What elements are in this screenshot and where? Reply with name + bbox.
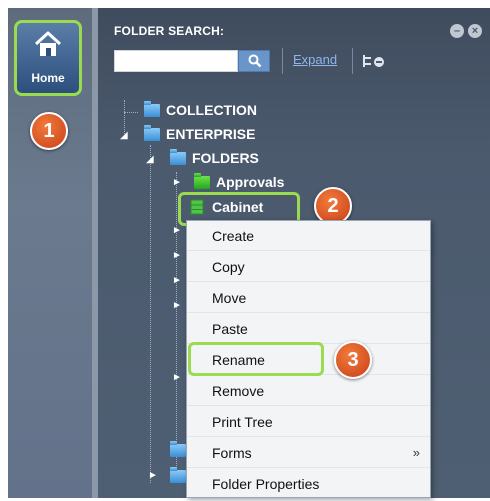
- menu-item-remove[interactable]: Remove: [187, 376, 430, 406]
- menu-item-folder-properties[interactable]: Folder Properties: [187, 469, 430, 499]
- expanded-arrow-icon[interactable]: ◢: [146, 154, 154, 165]
- panel-splitter[interactable]: [92, 8, 98, 498]
- tree-node-label: Approvals: [216, 174, 285, 190]
- home-button[interactable]: Home: [14, 20, 82, 96]
- collapsed-arrow-icon[interactable]: ►: [172, 300, 182, 311]
- tree-connector: [176, 172, 177, 472]
- folder-search-label: FOLDER SEARCH:: [114, 24, 225, 38]
- step-badge-1: 1: [30, 112, 68, 150]
- close-icon[interactable]: ×: [468, 24, 482, 38]
- rename-highlight: [188, 342, 324, 376]
- tree-node-label: COLLECTION: [166, 102, 257, 118]
- menu-item-label: Forms: [212, 444, 252, 461]
- menu-item-copy[interactable]: Copy: [187, 252, 430, 282]
- tree-connector: [124, 112, 138, 113]
- tree-node-label: Cabinet: [212, 199, 264, 215]
- expanded-arrow-icon[interactable]: ◢: [120, 130, 128, 141]
- tree-node-label: ENTERPRISE: [166, 126, 256, 142]
- folder-icon: [194, 172, 210, 189]
- collapsed-arrow-icon[interactable]: ►: [172, 250, 182, 261]
- collapsed-arrow-icon[interactable]: ►: [172, 225, 182, 236]
- home-icon: [34, 31, 62, 56]
- cabinet-icon: [190, 199, 204, 215]
- folder-icon: [170, 148, 186, 165]
- tree-node-approvals[interactable]: Approvals: [194, 172, 285, 190]
- tree-node-folders[interactable]: FOLDERS: [170, 148, 259, 166]
- folder-search-input[interactable]: [114, 50, 238, 72]
- menu-item-paste[interactable]: Paste: [187, 314, 430, 344]
- folder-icon: [170, 441, 186, 457]
- step-badge-3: 3: [334, 341, 372, 379]
- home-label: Home: [31, 71, 65, 85]
- toolbar-separator: [282, 48, 283, 74]
- menu-item-print-tree[interactable]: Print Tree: [187, 407, 430, 437]
- collapsed-arrow-icon[interactable]: ►: [172, 275, 182, 286]
- expand-link[interactable]: Expand: [293, 52, 337, 67]
- collapsed-arrow-icon[interactable]: ►: [172, 372, 182, 383]
- menu-item-forms[interactable]: Forms »: [187, 438, 430, 468]
- search-icon: [248, 54, 262, 68]
- submenu-arrow-icon: »: [412, 445, 420, 460]
- folder-icon: [144, 100, 160, 117]
- tree-node-collection[interactable]: COLLECTION: [144, 100, 257, 118]
- toolbar-separator: [352, 48, 353, 74]
- tree-node-label: FOLDERS: [192, 150, 259, 166]
- minimize-icon[interactable]: –: [450, 24, 464, 38]
- tree-connector: [150, 145, 151, 483]
- collapsed-arrow-icon[interactable]: ►: [172, 177, 182, 188]
- tree-node-enterprise[interactable]: ENTERPRISE: [144, 124, 256, 142]
- collapsed-arrow-icon[interactable]: ►: [148, 470, 158, 481]
- search-button[interactable]: [238, 50, 270, 72]
- folder-icon: [144, 124, 160, 141]
- collapse-tree-icon[interactable]: [362, 53, 386, 69]
- tree-node-cabinet[interactable]: Cabinet: [190, 199, 263, 215]
- menu-item-create[interactable]: Create: [187, 221, 430, 251]
- menu-item-move[interactable]: Move: [187, 283, 430, 313]
- folder-icon: [170, 467, 186, 483]
